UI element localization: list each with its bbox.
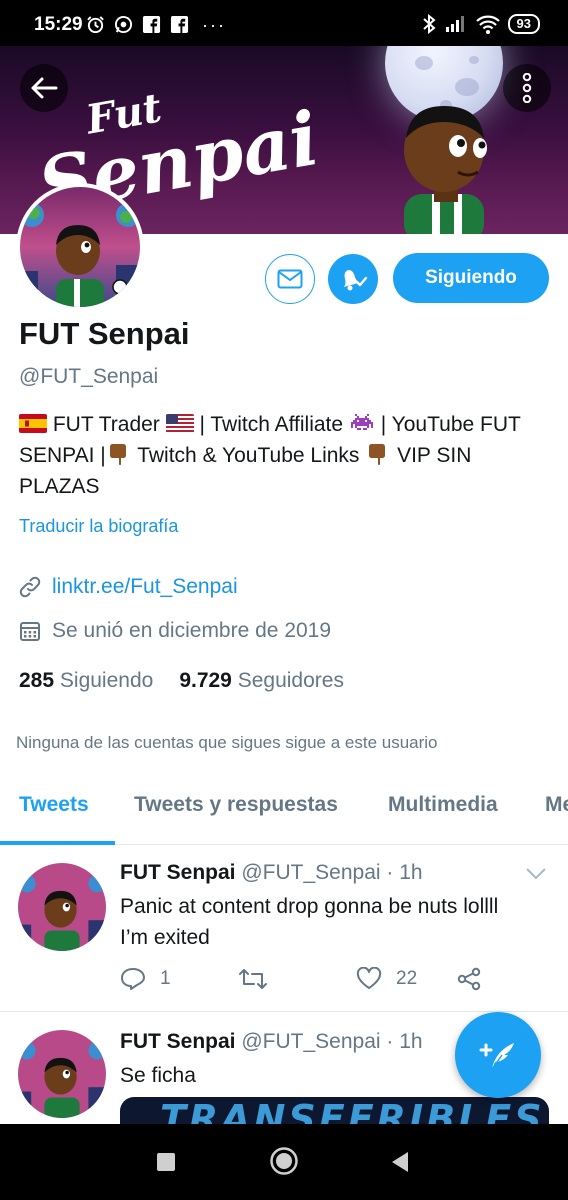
more-options-button[interactable] — [503, 64, 551, 112]
bio-part-2: | Twitch Affiliate — [193, 413, 349, 436]
tab-tweets[interactable]: Tweets — [19, 793, 89, 817]
tweet-text: Panic at content drop gonna be nuts loll… — [120, 895, 499, 949]
pointing-down-icon — [109, 444, 126, 466]
compose-tweet-button[interactable] — [455, 1012, 541, 1098]
system-navigation-bar — [0, 1124, 568, 1200]
tab-tweets-replies[interactable]: Tweets y respuestas — [134, 793, 338, 817]
status-time: 15:29 — [34, 14, 83, 35]
link-icon — [19, 576, 41, 598]
following-button[interactable]: Siguiendo — [393, 253, 549, 303]
followers-label: Seguidores — [237, 669, 344, 692]
bio-part-4: Twitch & YouTube Links — [131, 444, 366, 467]
mutual-followers-notice: Ninguna de las cuentas que sigues sigue … — [16, 733, 438, 752]
tweet-meta: @FUT_Senpai · 1h — [241, 1030, 423, 1053]
message-button[interactable] — [265, 254, 315, 304]
facebook-icon — [142, 15, 161, 34]
bluetooth-icon — [422, 14, 436, 34]
followers-count: 9.729 — [179, 669, 232, 692]
tweet-avatar[interactable] — [18, 863, 106, 951]
tab-media[interactable]: Multimedia — [388, 793, 498, 817]
retweet-button[interactable] — [238, 967, 356, 991]
reply-count: 1 — [160, 968, 171, 989]
recents-square-icon[interactable] — [156, 1152, 176, 1172]
translate-bio-link[interactable]: Traducir la biografía — [19, 516, 178, 537]
more-notifications-icon: ··· — [202, 14, 226, 35]
profile-website[interactable]: linktr.ee/Fut_Senpai — [19, 575, 238, 599]
space-invader-icon — [350, 414, 373, 430]
compose-feather-icon — [479, 1043, 514, 1070]
tweet-avatar[interactable] — [18, 1030, 106, 1118]
usa-flag-icon — [165, 414, 194, 433]
like-count: 22 — [396, 968, 418, 989]
profile-tabs: Tweets Tweets y respuestas Multimedia Me — [0, 775, 568, 845]
signal-icon — [445, 16, 464, 32]
back-arrow-icon — [31, 77, 58, 99]
battery-indicator: 93 — [507, 14, 540, 34]
chevron-down-icon[interactable] — [525, 867, 547, 881]
tweet-actions: 1 22 — [120, 967, 482, 991]
followers-count-link[interactable]: 9.729 Seguidores — [179, 669, 344, 693]
tweet-author-name[interactable]: FUT Senpai — [120, 1030, 236, 1053]
profile-handle: @FUT_Senpai — [19, 365, 159, 388]
back-triangle-icon[interactable] — [390, 1150, 410, 1174]
share-icon — [457, 967, 481, 991]
whatsapp-icon — [114, 15, 133, 34]
tweet-header: FUT Senpai @FUT_Senpai · 1h — [120, 861, 423, 885]
facebook-icon — [170, 15, 189, 34]
profile-name: FUT Senpai — [19, 316, 190, 351]
bell-check-icon — [344, 270, 368, 291]
like-button[interactable]: 22 — [356, 967, 456, 991]
website-link[interactable]: linktr.ee/Fut_Senpai — [52, 575, 238, 599]
tab-likes[interactable]: Me — [545, 793, 568, 817]
retweet-icon — [239, 969, 267, 989]
envelope-icon — [277, 269, 303, 289]
bio-part-1: FUT Trader — [47, 413, 166, 436]
join-date-text: Se unió en diciembre de 2019 — [52, 619, 332, 642]
status-bar: 15:29 ··· 93 — [0, 0, 568, 46]
share-button[interactable] — [456, 967, 482, 991]
wifi-icon — [475, 15, 500, 34]
tweet-header: FUT Senpai @FUT_Senpai · 1h — [120, 1030, 423, 1054]
heart-icon — [356, 967, 382, 989]
tweet-author-name[interactable]: FUT Senpai — [120, 861, 236, 884]
following-count: 285 — [19, 669, 55, 692]
profile-join-date: Se unió en diciembre de 2019 — [19, 619, 331, 643]
banner-character-illustration — [404, 106, 487, 234]
reply-button[interactable]: 1 — [120, 967, 238, 991]
spain-flag-icon — [19, 414, 47, 433]
reply-icon — [121, 968, 145, 990]
more-vertical-icon — [522, 73, 532, 103]
back-button[interactable] — [20, 64, 68, 112]
following-label: Siguiendo — [59, 669, 154, 692]
tweet-meta: @FUT_Senpai · 1h — [241, 861, 423, 884]
avatar-image — [18, 1030, 106, 1118]
alarm-icon — [87, 16, 104, 34]
profile-bio: FUT Trader | Twitch Affiliate | YouTube … — [19, 409, 549, 502]
follow-counts: 285 Siguiendo 9.729 Seguidores — [19, 669, 344, 693]
tweet[interactable]: FUT Senpai @FUT_Senpai · 1h Panic at con… — [0, 845, 568, 1011]
avatar-image — [20, 187, 140, 307]
calendar-icon — [20, 622, 40, 641]
pointing-down-icon — [369, 444, 386, 466]
following-count-link[interactable]: 285 Siguiendo — [19, 669, 153, 693]
notifications-button[interactable] — [328, 254, 378, 304]
profile-avatar[interactable] — [16, 183, 144, 311]
home-circle-icon[interactable] — [269, 1146, 299, 1176]
avatar-image — [18, 863, 106, 951]
